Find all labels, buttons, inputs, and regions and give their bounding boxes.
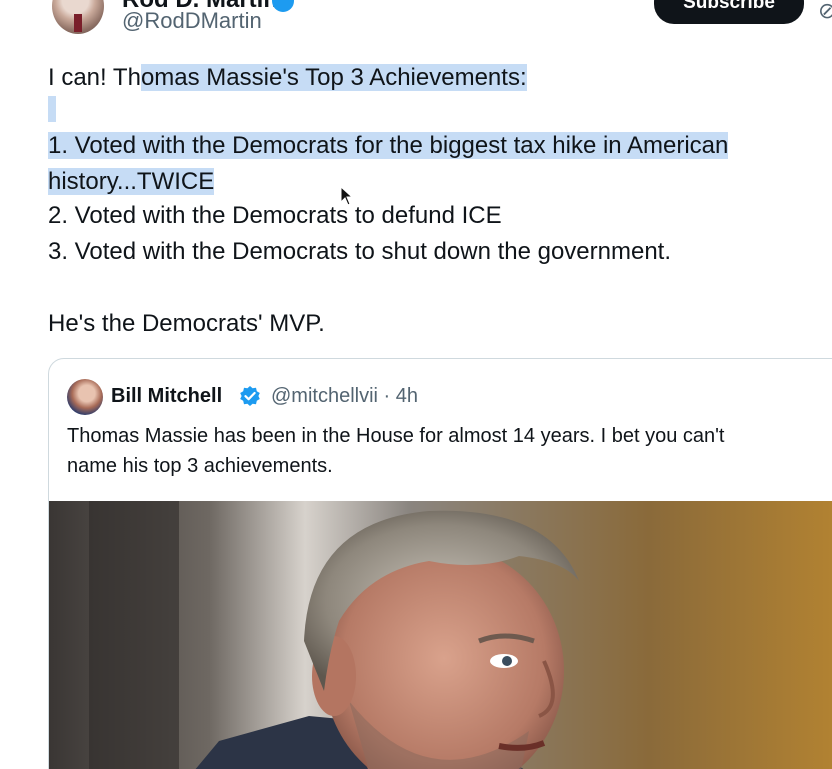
tweet-closing: He's the Democrats' MVP. xyxy=(48,310,325,337)
quoted-author-avatar[interactable] xyxy=(67,379,103,415)
item1-line2-selected: history...TWICE xyxy=(48,168,215,195)
tweet-item-1-line-1: 1. Voted with the Democrats for the bigg… xyxy=(48,128,818,164)
tweet-screenshot: Rod D. Martin @RodDMartin Subscribe ⊘ I … xyxy=(0,0,832,769)
tweet-item-1-line-2: history...TWICE xyxy=(48,164,818,200)
quoted-author-handle-time[interactable]: @mitchellvii · 4h xyxy=(271,385,418,408)
tweet-item-3: 3. Voted with the Democrats to shut down… xyxy=(48,238,672,265)
intro-selected: omas Massie's Top 3 Achievements: xyxy=(140,64,527,91)
mouse-pointer-icon xyxy=(340,186,354,206)
tweet-line-intro: I can! Thomas Massie's Top 3 Achievement… xyxy=(48,60,818,96)
quoted-author-name[interactable]: Bill Mitchell xyxy=(111,385,222,408)
tweet-item-2: 2. Voted with the Democrats to defund IC… xyxy=(48,202,502,229)
avatar-tie xyxy=(74,14,82,32)
intro-prefix: I can! Th xyxy=(48,64,141,91)
author-avatar[interactable] xyxy=(52,0,104,34)
quoted-tweet-photo[interactable] xyxy=(49,501,832,769)
selection-empty-line xyxy=(48,96,56,122)
quoted-text-line-2: name his top 3 achievements. xyxy=(67,455,333,477)
quoted-tweet-text: Thomas Massie has been in the House for … xyxy=(67,421,832,481)
quoted-text-line-1: Thomas Massie has been in the House for … xyxy=(67,425,725,447)
author-handle[interactable]: @RodDMartin xyxy=(122,8,262,34)
verified-badge-icon xyxy=(240,386,260,406)
subscribe-button[interactable]: Subscribe xyxy=(654,0,804,24)
item1-line1-selected: 1. Voted with the Democrats for the bigg… xyxy=(48,132,729,159)
grok-icon[interactable]: ⊘ xyxy=(818,0,832,24)
quoted-tweet-card[interactable]: Bill Mitchell @mitchellvii · 4h Thomas M… xyxy=(48,358,832,769)
